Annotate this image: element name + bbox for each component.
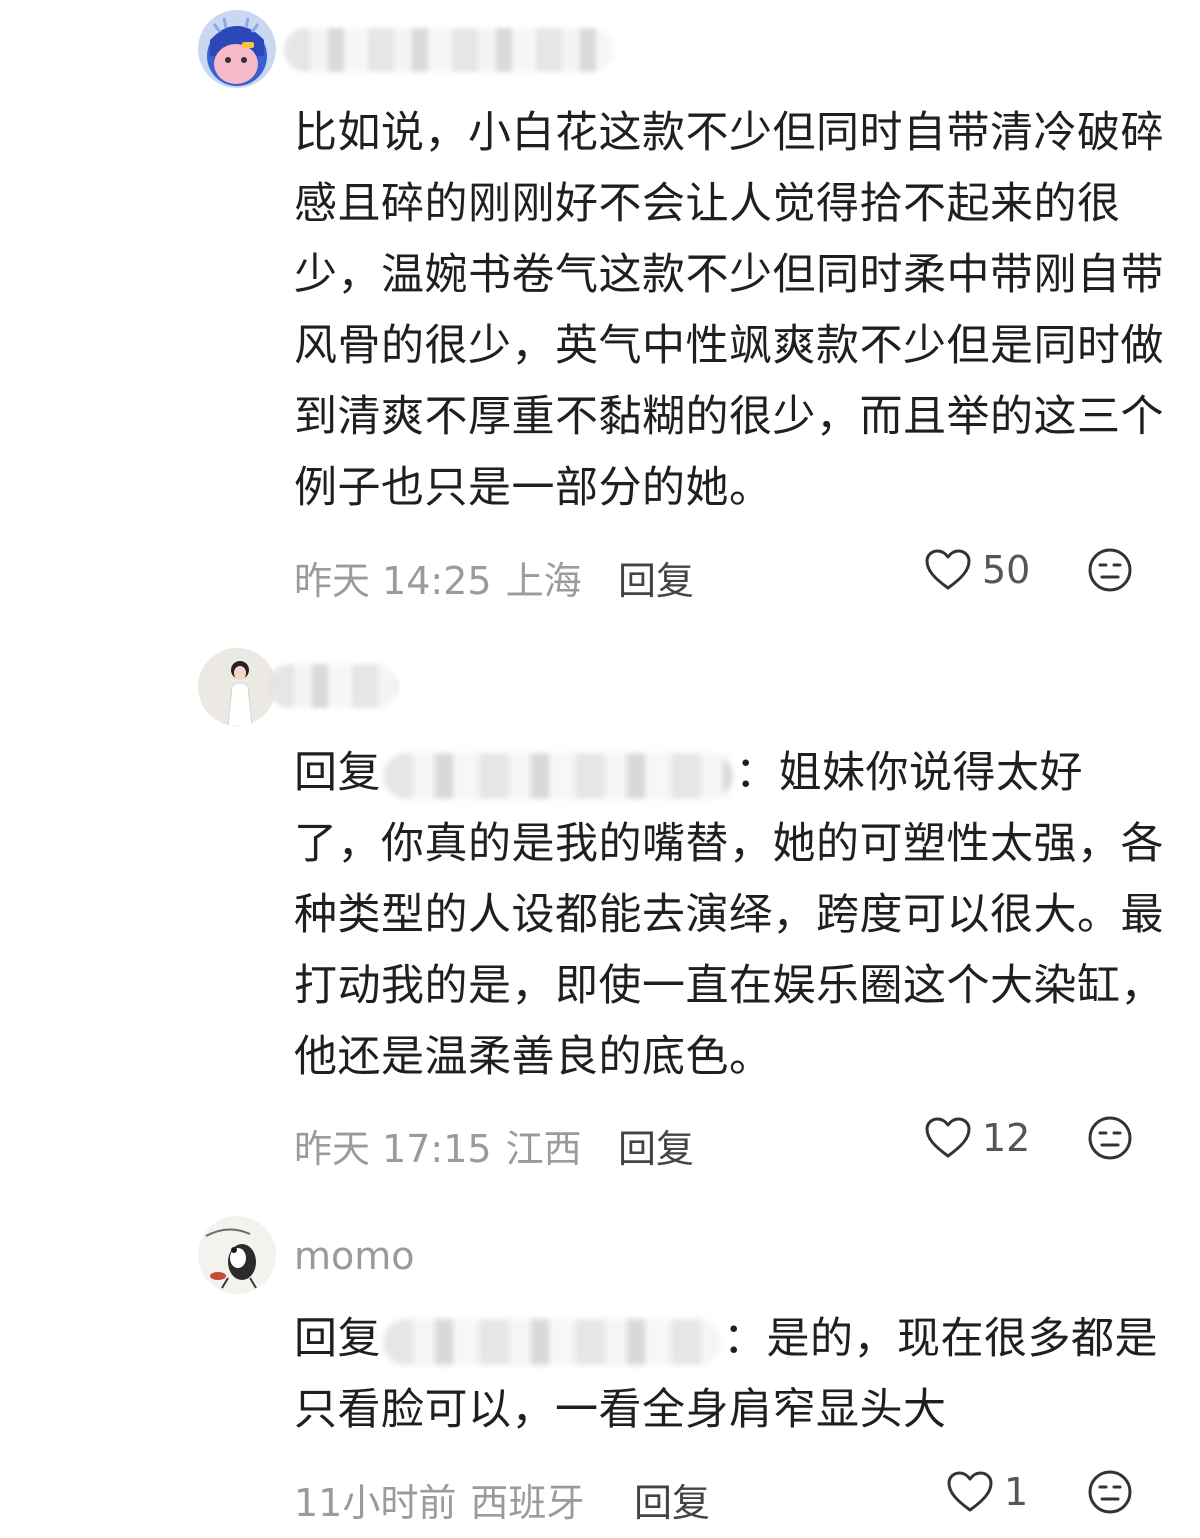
comment-meta: 11小时前 西班牙 回复 1 xyxy=(294,1470,1154,1525)
avatar[interactable] xyxy=(198,1216,276,1294)
location: 江西 xyxy=(505,1127,582,1171)
comment-body: 比如说，小白花这款不少但同时自带清冷破碎感且碎的刚刚好不会让人觉得拾不起来的很少… xyxy=(294,108,1164,513)
comment-text: 比如说，小白花这款不少但同时自带清冷破碎感且碎的刚刚好不会让人觉得拾不起来的很少… xyxy=(294,98,1164,524)
like-count: 12 xyxy=(982,1116,1031,1160)
like-button[interactable]: 12 xyxy=(924,1116,1030,1160)
username[interactable]: momo xyxy=(294,1234,415,1278)
timestamp: 11小时前 xyxy=(294,1481,457,1525)
reply-prefix: 回复 xyxy=(294,748,381,798)
dislike-button[interactable] xyxy=(1086,1468,1134,1516)
like-count: 50 xyxy=(982,548,1031,592)
timestamp: 昨天 17:15 xyxy=(294,1127,492,1171)
location: 西班牙 xyxy=(470,1481,585,1525)
heart-outline-icon xyxy=(925,549,971,590)
meh-face-icon xyxy=(1088,1116,1132,1160)
like-button[interactable]: 50 xyxy=(924,548,1030,592)
mention-redacted xyxy=(383,1318,721,1365)
reply-button[interactable]: 回复 xyxy=(634,1472,710,1527)
comment-text: 回复 ：是的，现在很多都是只看脸可以，一看全身肩窄显头大 xyxy=(294,1304,1164,1446)
avatar[interactable] xyxy=(198,10,276,88)
avatar[interactable] xyxy=(198,648,276,726)
username-redacted xyxy=(268,664,398,708)
dislike-button[interactable] xyxy=(1086,1114,1134,1162)
comment-text: 回复 ：姐妹你说得太好了，你真的是我的嘴替，她的可塑性太强，各种类型的人设都能去演… xyxy=(294,738,1164,1093)
comment-meta: 昨天 17:15 江西 回复 12 xyxy=(294,1116,1154,1171)
reply-prefix: 回复 xyxy=(294,1314,381,1364)
timestamp: 昨天 14:25 xyxy=(294,559,492,603)
meh-face-icon xyxy=(1088,548,1132,592)
comment-meta: 昨天 14:25 上海 回复 50 xyxy=(294,548,1154,603)
like-count: 1 xyxy=(1004,1470,1029,1514)
dislike-button[interactable] xyxy=(1086,546,1134,594)
heart-outline-icon xyxy=(925,1117,971,1158)
avatar-anime-image xyxy=(198,10,276,88)
location: 上海 xyxy=(505,559,582,603)
reply-button[interactable]: 回复 xyxy=(618,550,694,605)
heart-outline-icon xyxy=(947,1471,993,1512)
avatar-photo-image xyxy=(198,648,276,726)
reply-button[interactable]: 回复 xyxy=(618,1118,694,1173)
meh-face-icon xyxy=(1088,1470,1132,1514)
username-redacted xyxy=(284,28,614,72)
avatar-bird-painting-image xyxy=(198,1216,276,1294)
mention-redacted xyxy=(383,752,733,799)
like-button[interactable]: 1 xyxy=(946,1470,1028,1514)
